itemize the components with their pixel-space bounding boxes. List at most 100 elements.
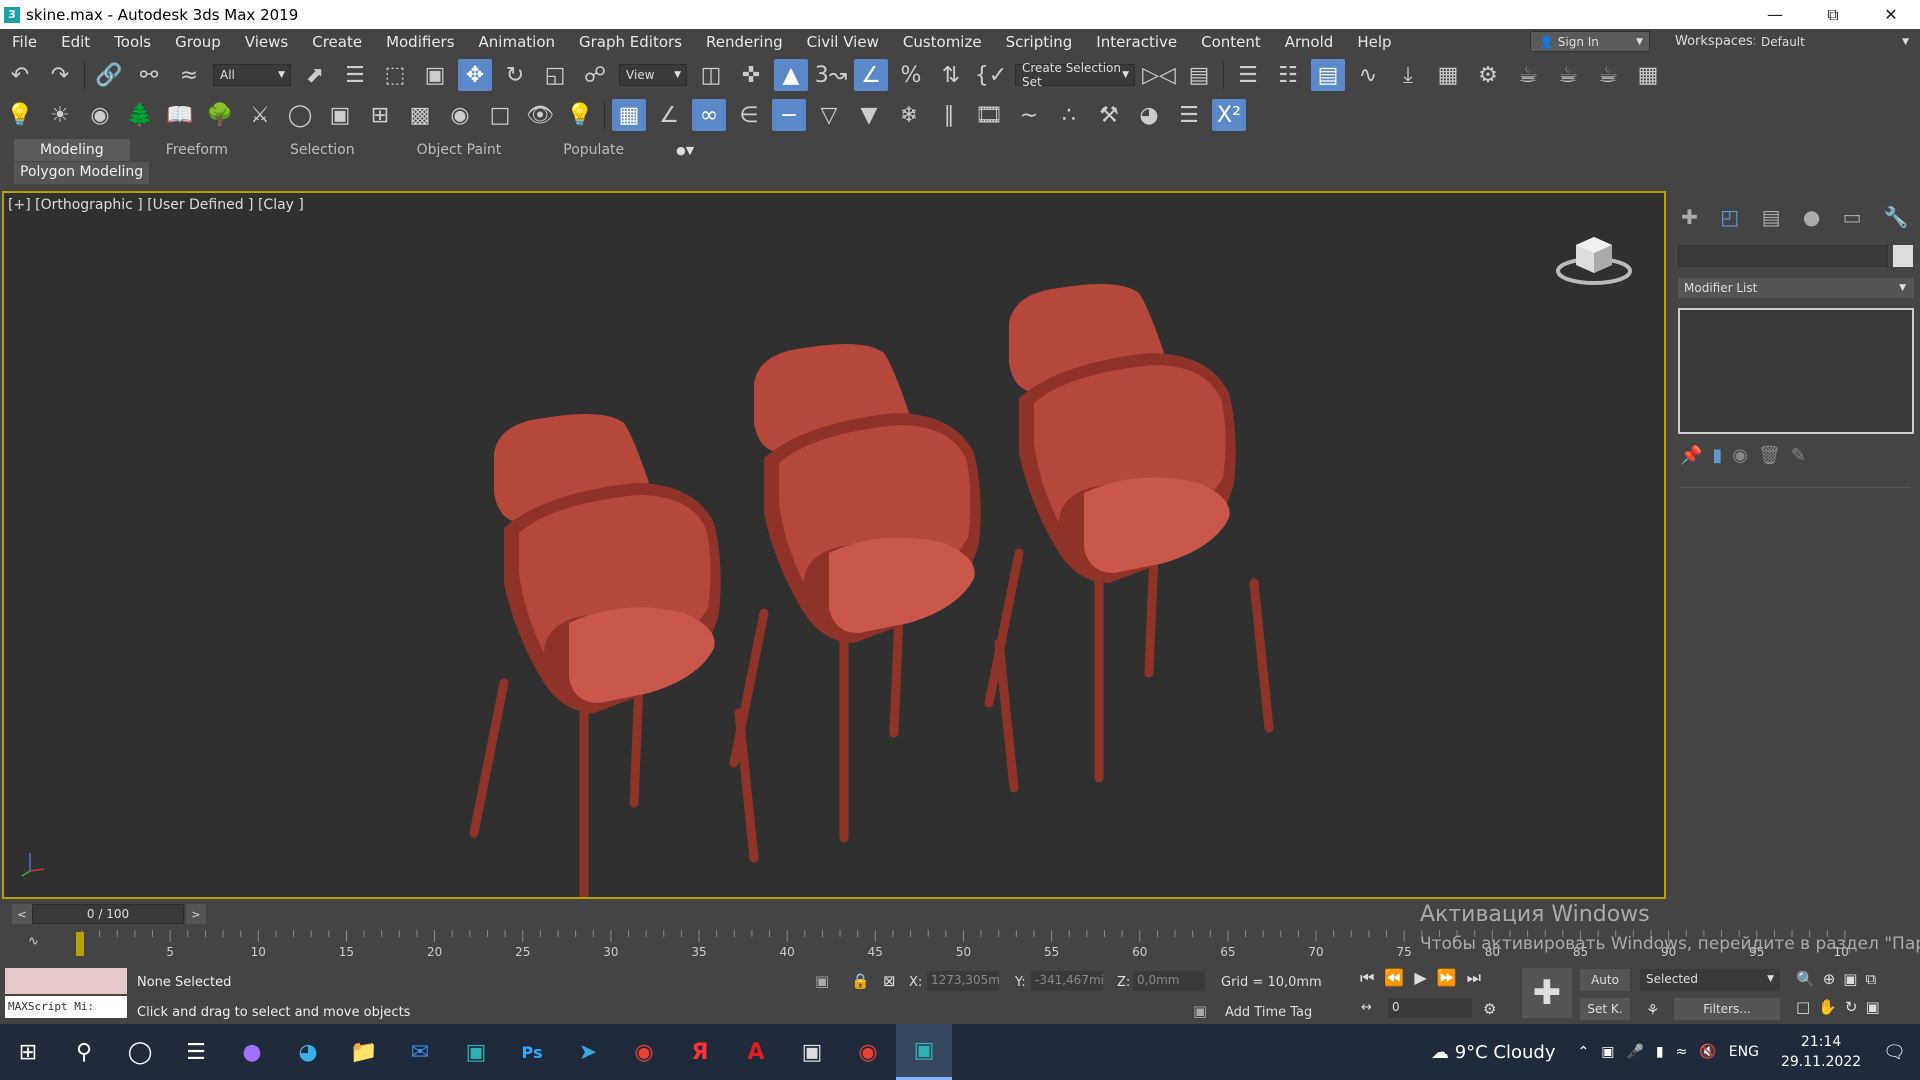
snowflake-icon[interactable]: ❄ [892, 99, 926, 131]
minimize-button[interactable]: — [1746, 0, 1804, 29]
wifi-icon[interactable]: ≈ [1676, 1044, 1688, 1060]
cortana-icon[interactable]: ◯ [112, 1024, 168, 1080]
time-scrubber[interactable] [76, 932, 84, 956]
mirror-axis-icon[interactable]: ∥ [932, 99, 966, 131]
object-color-swatch[interactable] [1893, 245, 1913, 267]
select-and-scale-icon[interactable]: ◱ [538, 59, 572, 91]
close-button[interactable]: ✕ [1862, 0, 1920, 29]
pin-stack-icon[interactable]: 📌 [1680, 445, 1702, 466]
rendered-frame-window-icon[interactable]: ☕ [1511, 59, 1545, 91]
keyboard-shortcut-override-icon[interactable]: ▲ [774, 59, 808, 91]
ribbon-options-icon[interactable]: ●▼ [676, 144, 694, 161]
menu-animation[interactable]: Animation [467, 33, 567, 51]
zoom-icon[interactable]: 🔍 [1796, 970, 1815, 988]
select-and-rotate-icon[interactable]: ↻ [498, 59, 532, 91]
curve-editor-icon[interactable]: ∿ [1351, 59, 1385, 91]
grid-snap-icon[interactable]: ▦ [612, 99, 646, 131]
layer-explorer-icon[interactable]: ☷ [1271, 59, 1305, 91]
select-and-move-icon[interactable]: ✥ [458, 59, 492, 91]
endpoint-snap-icon[interactable]: ∞ [692, 99, 726, 131]
orbit-icon[interactable]: ↻ [1845, 998, 1858, 1016]
edit-named-selection-icon[interactable]: {✓ [974, 59, 1008, 91]
toggle-ribbon-icon[interactable]: ▤ [1311, 59, 1345, 91]
zoom-all-icon[interactable]: ⊕ [1823, 970, 1836, 988]
schematic-view-icon[interactable]: ⤓ [1391, 59, 1425, 91]
vertex-snap-icon[interactable]: ∠ [652, 99, 686, 131]
file-explorer-icon[interactable]: 📁 [336, 1024, 392, 1080]
maximize-viewport-icon[interactable]: ▣ [1865, 998, 1879, 1016]
light-icon[interactable]: 💡 [3, 99, 37, 131]
zoom-extents-icon[interactable]: ▣ [1843, 970, 1857, 988]
pivot-center-icon[interactable]: ◫ [694, 59, 728, 91]
manipulate-icon[interactable]: ✜ [734, 59, 768, 91]
menu-help[interactable]: Help [1345, 33, 1403, 51]
language-indicator[interactable]: ENG [1729, 1044, 1759, 1060]
frame-icon[interactable]: □ [483, 99, 517, 131]
time-config-arrows-icon[interactable]: ↔ [1361, 1000, 1372, 1015]
snaps-toggle-icon[interactable]: 3↝ [814, 59, 848, 91]
add-time-tag[interactable]: Add Time Tag [1225, 1005, 1312, 1020]
set-keys-icon[interactable]: ✚ [1522, 968, 1572, 1018]
chevron-up-icon[interactable]: ⌃ [1578, 1044, 1590, 1060]
3dsmax-active-taskbar-icon[interactable]: ▣ [896, 1024, 952, 1080]
autocad-icon[interactable]: A [728, 1024, 784, 1080]
go-to-end-icon[interactable]: ⏭ [1467, 968, 1481, 988]
menu-civil-view[interactable]: Civil View [795, 33, 891, 51]
render-cloud-icon[interactable]: ▦ [1631, 59, 1665, 91]
motion-tab-icon[interactable]: ● [1803, 205, 1820, 233]
redo-icon[interactable]: ↷ [43, 59, 77, 91]
populate-icon[interactable]: ◉ [83, 99, 117, 131]
modifier-stack[interactable] [1678, 308, 1914, 434]
3dsmax-taskbar-icon[interactable]: ▣ [448, 1024, 504, 1080]
menu-create[interactable]: Create [300, 33, 374, 51]
next-frame-icon[interactable]: ⏩ [1437, 968, 1457, 988]
particles-icon[interactable]: ∴ [1052, 99, 1086, 131]
angle-snap-icon[interactable]: ∠ [854, 59, 888, 91]
photoshop-icon[interactable]: Ps [504, 1024, 560, 1080]
utilities-tab-icon[interactable]: 🔧 [1884, 205, 1909, 233]
sun-icon[interactable]: ☀ [43, 99, 77, 131]
auto-key-button[interactable]: Auto [1580, 969, 1630, 991]
polygon-modeling-panel[interactable]: Polygon Modeling [14, 162, 150, 184]
configure-modifier-sets-icon[interactable]: ✎ [1791, 445, 1806, 466]
menu-customize[interactable]: Customize [891, 33, 994, 51]
key-filter-select[interactable]: Selected ▼ [1640, 969, 1780, 991]
set-key-button[interactable]: Set K. [1580, 998, 1630, 1020]
menu-views[interactable]: Views [233, 33, 300, 51]
viewport-icon[interactable]: ▩ [403, 99, 437, 131]
modifier-list-select[interactable]: Modifier List ▼ [1678, 278, 1914, 298]
menu-tools[interactable]: Tools [102, 33, 163, 51]
telegram-icon[interactable]: ➤ [560, 1024, 616, 1080]
yandex-browser-icon[interactable]: Я [672, 1024, 728, 1080]
align-icon[interactable]: ▤ [1182, 59, 1216, 91]
bulb-icon[interactable]: 💡 [563, 99, 597, 131]
key-mode-icon[interactable]: ⚘ [1646, 1001, 1659, 1019]
workspace-select[interactable]: Default ▼ [1755, 31, 1915, 52]
curve-icon[interactable]: ∼ [1012, 99, 1046, 131]
eye-icon[interactable]: 👁 [523, 99, 557, 131]
search-icon[interactable]: ⚲ [56, 1024, 112, 1080]
book-icon[interactable]: 📖 [163, 99, 197, 131]
cylinder-icon[interactable]: ◯ [283, 99, 317, 131]
material-editor-icon[interactable]: ▦ [1431, 59, 1465, 91]
time-slider-prev-button[interactable]: < [12, 904, 32, 924]
z-coordinate-field[interactable]: 0,0mm [1133, 971, 1205, 991]
play-icon[interactable]: ▶ [1414, 968, 1426, 988]
menu-edit[interactable]: Edit [49, 33, 102, 51]
menu-scripting[interactable]: Scripting [994, 33, 1085, 51]
modify-tab-icon[interactable]: ◰ [1720, 205, 1739, 233]
go-to-start-icon[interactable]: ⏮ [1360, 968, 1374, 988]
key-filters-button[interactable]: Filters... [1674, 998, 1780, 1020]
microphone-icon[interactable]: 🎤 [1626, 1044, 1643, 1060]
tab-object-paint[interactable]: Object Paint [391, 139, 528, 161]
percent-snap-icon[interactable]: % [894, 59, 928, 91]
x-coordinate-field[interactable]: 1273,305m [927, 971, 999, 991]
time-slider[interactable]: 0 / 100 [32, 904, 184, 924]
chair-3[interactable] [984, 284, 1274, 783]
select-and-place-icon[interactable]: ☍ [578, 59, 612, 91]
pin-icon[interactable]: ⚒ [1092, 99, 1126, 131]
scene-explorer-icon[interactable]: ☰ [1231, 59, 1265, 91]
helmet-icon[interactable]: ◕ [1132, 99, 1166, 131]
tab-selection[interactable]: Selection [264, 139, 381, 161]
xform-icon[interactable]: X² [1212, 99, 1246, 131]
